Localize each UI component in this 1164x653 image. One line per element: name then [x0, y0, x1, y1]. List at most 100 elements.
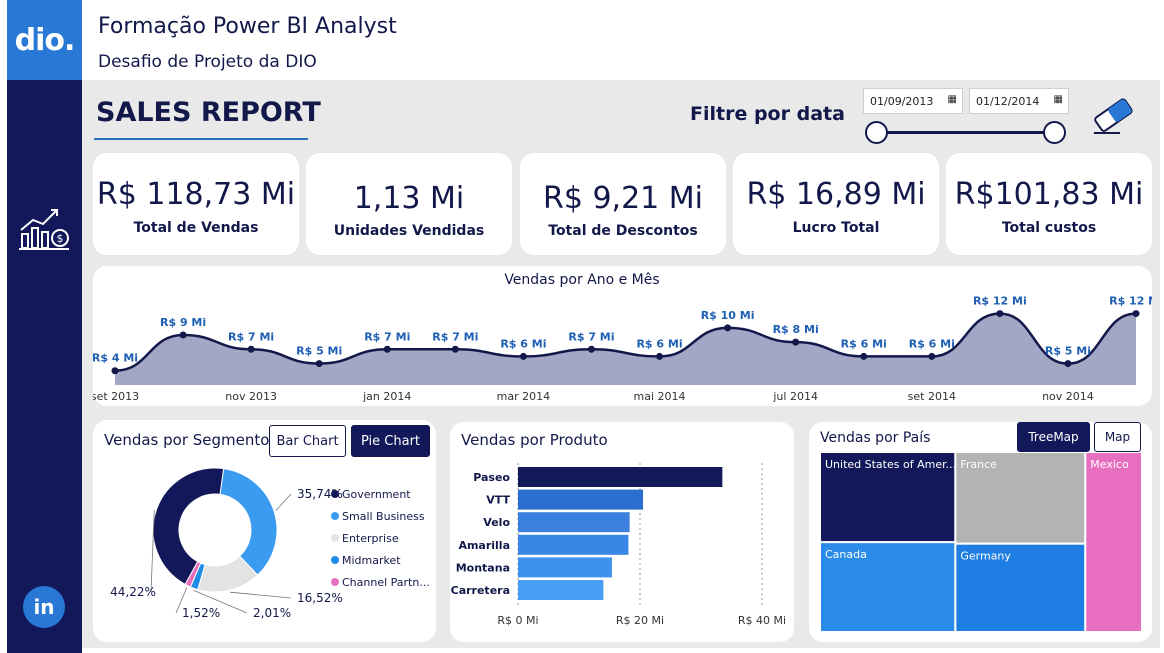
data-point — [451, 345, 459, 353]
treemap-label: France — [960, 458, 997, 471]
leader-line — [230, 591, 292, 599]
segment-panel-title: Vendas por Segmento — [104, 431, 270, 449]
data-label: R$ 12 Mi — [973, 295, 1027, 308]
data-point — [1064, 360, 1072, 368]
bar — [518, 489, 644, 510]
sales-by-month-chart[interactable]: R$ 4 Mi R$ 9 Mi R$ 7 Mi R$ 5 Mi R$ 7 Mi R$ 7 … — [93, 290, 1152, 406]
kpi-card-unidades: 1,13 Mi Unidades Vendidas — [306, 153, 512, 255]
treemap-label: Germany — [960, 550, 1011, 563]
leader-line — [275, 493, 292, 511]
date-slider-track[interactable] — [876, 131, 1056, 134]
kpi-card-custos: R$101,83 Mi Total custos — [946, 153, 1152, 255]
pie-data-label: 44,22% — [110, 585, 156, 599]
kpi-label: Unidades Vendidas — [333, 223, 485, 239]
data-point — [383, 345, 391, 353]
data-point — [111, 367, 119, 375]
pie-chart-button[interactable]: Pie Chart — [351, 425, 430, 457]
calendar-icon[interactable]: ▦ — [1054, 94, 1063, 105]
country-treemap[interactable]: United States of Amer... France Canada Germ… — [820, 452, 1142, 632]
category-label: Carretera — [451, 584, 510, 597]
page-subtitle: Desafio de Projeto da DIO — [98, 52, 317, 72]
kpi-value: 1,13 Mi — [353, 181, 465, 216]
data-point — [247, 345, 255, 353]
data-point — [860, 352, 868, 360]
kpi-label: Total custos — [1001, 220, 1097, 236]
x-tick-label: jan 2014 — [362, 390, 411, 403]
treemap-label: Canada — [825, 548, 867, 561]
data-label: R$ 5 Mi — [296, 345, 342, 358]
date-slider-start-handle[interactable] — [865, 121, 888, 144]
start-date-input[interactable]: 01/09/2013 ▦ — [863, 88, 963, 114]
data-point — [519, 352, 527, 360]
bar-chart-button[interactable]: Bar Chart — [269, 425, 346, 457]
kpi-card-lucro: R$ 16,89 Mi Lucro Total — [733, 153, 939, 255]
sidebar — [7, 0, 82, 653]
date-slider-end-handle[interactable] — [1043, 121, 1066, 144]
segment-donut-chart[interactable]: 44,22%35,74%16,52%2,01%1,52%GovernmentSm… — [93, 462, 436, 632]
area-fill — [115, 313, 1136, 385]
data-point — [724, 324, 732, 332]
treemap-label: United States of Amer... — [825, 458, 956, 471]
x-tick-label: R$ 40 Mi — [738, 614, 786, 627]
legend-label: Midmarket — [342, 554, 401, 567]
data-label: R$ 9 Mi — [160, 316, 206, 329]
x-tick-label: set 2014 — [908, 390, 956, 403]
kpi-value: R$ 16,89 Mi — [746, 177, 926, 212]
finance-chart-icon[interactable]: $ — [17, 204, 73, 252]
treemap-label: Mexico — [1090, 458, 1129, 471]
legend-swatch — [331, 512, 339, 520]
end-date-input[interactable]: 01/12/2014 ▦ — [969, 88, 1069, 114]
title-underline — [94, 138, 308, 140]
kpi-value: R$ 118,73 Mi — [96, 177, 296, 212]
page-title: Formação Power BI Analyst — [98, 14, 397, 39]
x-tick-label: nov 2013 — [225, 390, 277, 403]
x-tick-label: jul 2014 — [772, 390, 818, 403]
product-panel-title: Vendas por Produto — [461, 431, 608, 449]
legend-swatch — [331, 556, 339, 564]
map-button[interactable]: Map — [1094, 422, 1141, 452]
treemap-tile — [1084, 452, 1142, 632]
data-point — [656, 352, 664, 360]
legend-swatch — [331, 490, 339, 498]
kpi-card-descontos: R$ 9,21 Mi Total de Descontos — [520, 153, 726, 255]
dio-logo: dio. — [7, 0, 82, 80]
legend-label: Small Business — [342, 510, 425, 523]
eraser-icon[interactable] — [1090, 95, 1138, 137]
data-point — [587, 345, 595, 353]
data-label: R$ 6 Mi — [909, 337, 955, 350]
bar — [518, 557, 612, 578]
data-label: R$ 6 Mi — [500, 337, 546, 350]
leader-line — [150, 509, 155, 593]
category-label: Amarilla — [458, 539, 510, 552]
kpi-card-total-vendas: R$ 118,73 Mi Total de Vendas — [93, 153, 299, 255]
treemap-button[interactable]: TreeMap — [1017, 422, 1090, 452]
bar — [518, 512, 630, 533]
data-label: R$ 7 Mi — [364, 330, 410, 343]
data-point — [928, 352, 936, 360]
sales-by-month-title: Vendas por Ano e Mês — [504, 272, 660, 288]
legend-label: Enterprise — [342, 532, 399, 545]
report-title: SALES REPORT — [96, 97, 321, 128]
x-tick-label: nov 2014 — [1042, 390, 1094, 403]
svg-text:$: $ — [57, 232, 64, 245]
header: Formação Power BI Analyst Desafio de Pro… — [82, 0, 1164, 80]
linkedin-icon[interactable]: in — [23, 586, 65, 628]
kpi-label: Lucro Total — [792, 220, 880, 236]
data-label: R$ 7 Mi — [228, 330, 274, 343]
data-label: R$ 12 Mi — [1109, 295, 1152, 308]
pie-data-label: 1,52% — [182, 606, 220, 620]
x-tick-label: mai 2014 — [634, 390, 686, 403]
data-point — [179, 331, 187, 339]
calendar-icon[interactable]: ▦ — [948, 94, 957, 105]
data-label: R$ 7 Mi — [432, 330, 478, 343]
bar — [518, 534, 629, 555]
data-point — [1132, 310, 1140, 318]
legend-swatch — [331, 534, 339, 542]
data-point — [996, 310, 1004, 318]
kpi-value: R$ 9,21 Mi — [542, 181, 704, 216]
pie-data-label: 2,01% — [253, 606, 291, 620]
legend-label: Channel Partn... — [342, 576, 430, 589]
data-point — [792, 338, 800, 346]
legend-swatch — [331, 578, 339, 586]
product-bar-chart[interactable]: R$ 0 Mi R$ 20 Mi R$ 40 Mi Paseo VTT Velo Amari… — [450, 455, 794, 635]
